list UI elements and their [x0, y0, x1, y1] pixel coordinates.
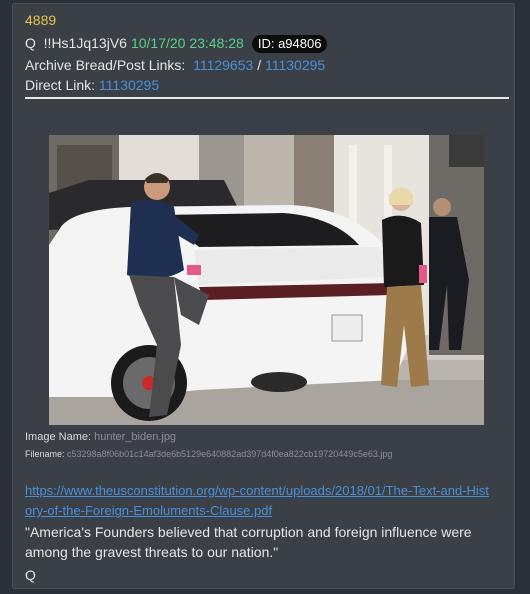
post-image[interactable] [49, 135, 484, 425]
archive-link-2[interactable]: 11130295 [265, 57, 325, 73]
post-signature: Q [25, 567, 36, 583]
tripcode: !!Hs1Jq13jV6 [43, 35, 127, 51]
document-link[interactable]: https://www.theusconstitution.org/wp-con… [25, 481, 495, 521]
archive-links: Archive Bread/Post Links: 11129653 / 111… [25, 56, 325, 74]
direct-link[interactable]: 11130295 [99, 77, 159, 93]
filename-label: Filename: [25, 449, 65, 459]
id-badge[interactable]: ID: a94806 [251, 35, 328, 53]
post-meta: Q !!Hs1Jq13jV6 10/17/20 23:48:28 ID: a9480… [25, 34, 328, 53]
post-quote: "America's Founders believed that corrup… [25, 524, 472, 560]
image-name-row: Image Name: hunter_biden.jpg [25, 428, 176, 446]
direct-link-row: Direct Link: 11130295 [25, 76, 159, 94]
archive-label: Archive Bread/Post Links: [25, 57, 186, 73]
author-name: Q [25, 35, 36, 51]
filename-value: c53298a8f06b01c14af3de6b5129e640882ad397… [67, 449, 393, 459]
image-name-label: Image Name: [25, 431, 92, 443]
filename-row: Filename: c53298a8f06b01c14af3de6b5129e6… [25, 445, 392, 463]
post-number: 4889 [25, 12, 57, 28]
photo-illustration [49, 135, 484, 425]
post-datetime: 10/17/20 23:48:28 [130, 35, 244, 51]
image-name-value: hunter_biden.jpg [94, 431, 177, 443]
direct-label: Direct Link: [25, 77, 96, 93]
divider [25, 97, 509, 99]
archive-separator: / [257, 57, 262, 73]
archive-link-1[interactable]: 11129653 [193, 57, 253, 73]
